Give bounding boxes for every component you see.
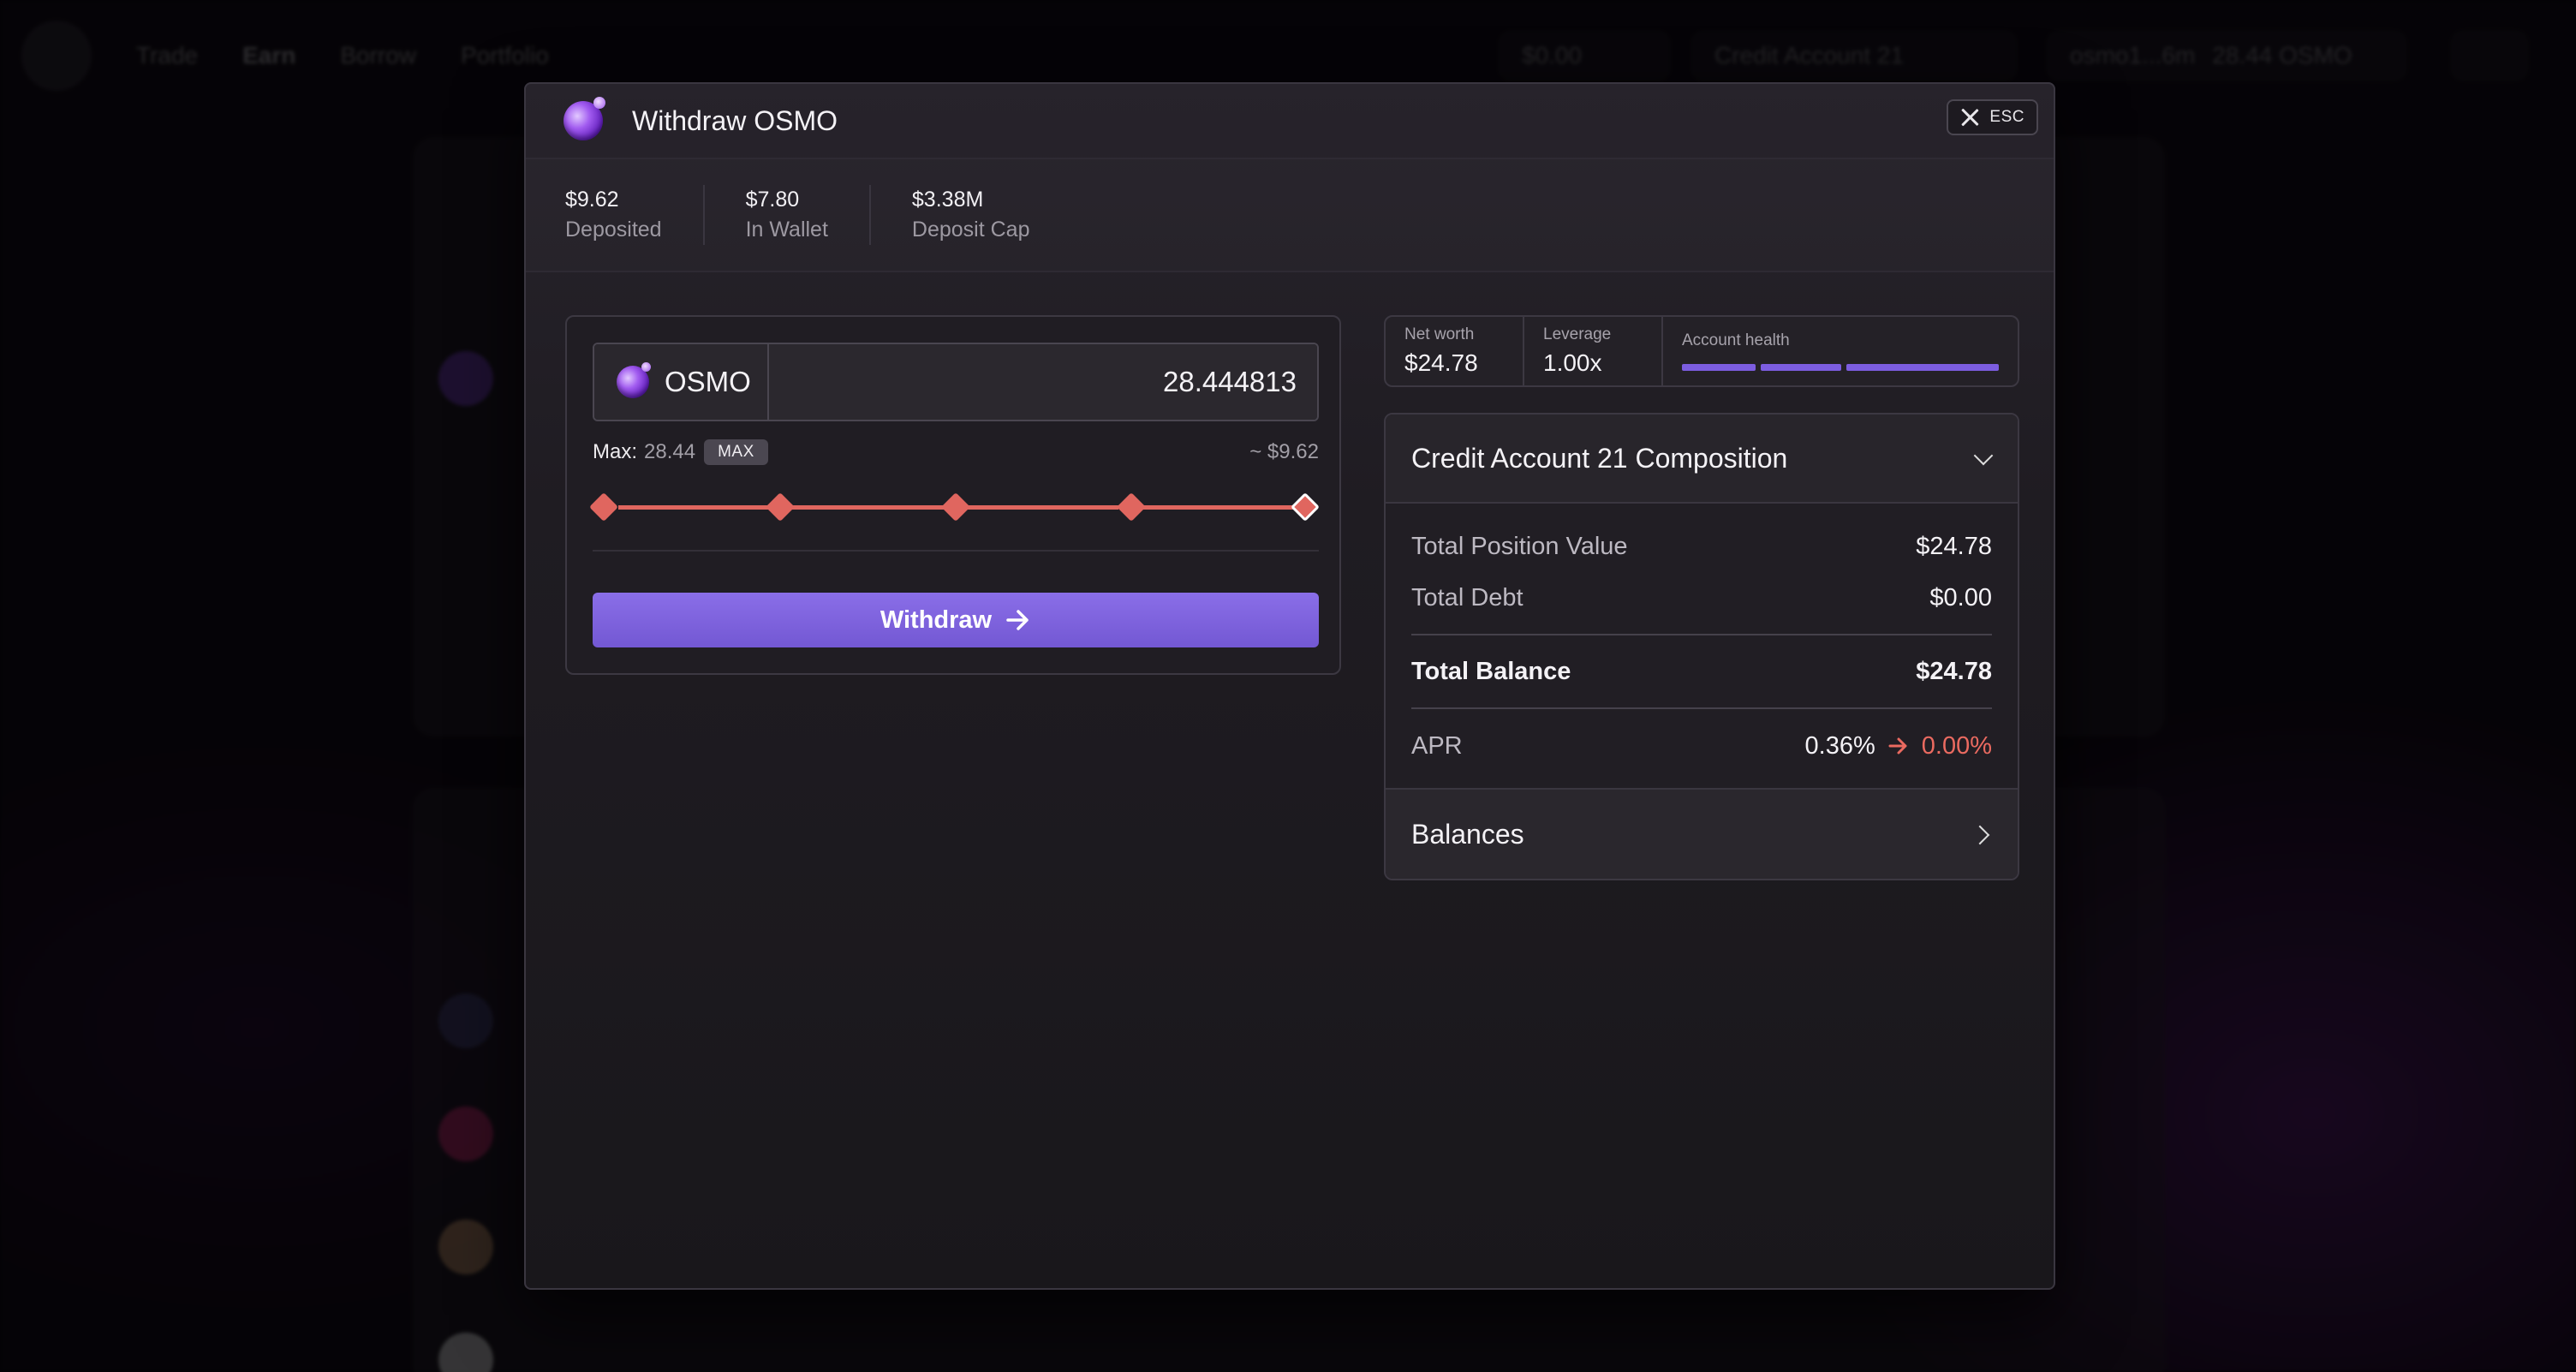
account-health-cell: Account health (1661, 317, 2018, 385)
token-amount-input-group: OSMO 28.444813 (593, 343, 1319, 421)
withdraw-label: Withdraw (880, 605, 993, 634)
osmo-token-icon (564, 97, 605, 140)
row-label: Total Position Value (1411, 532, 1628, 560)
row-value: $24.78 (1916, 532, 1992, 560)
stat-value: $9.62 (565, 188, 619, 212)
apr-next: 0.00% (1921, 731, 1992, 760)
slider-handle[interactable] (1291, 492, 1320, 522)
stat-value: $3.38M (911, 188, 984, 212)
esc-label: ESC (1989, 108, 2024, 126)
apr-values: 0.36% 0.00% (1805, 732, 1992, 761)
amount-slider[interactable] (589, 488, 1320, 526)
health-segment (1682, 364, 1756, 371)
max-button[interactable]: MAX (704, 439, 768, 465)
leverage-label: Leverage (1543, 325, 1612, 343)
account-composition: Credit Account 21 Composition Total Posi… (1384, 413, 2019, 880)
amount-input[interactable]: 28.444813 (769, 344, 1317, 420)
balances-title: Balances (1411, 818, 1524, 850)
row-value: $24.78 (1916, 657, 1992, 685)
composition-header[interactable]: Credit Account 21 Composition (1386, 415, 2018, 504)
account-summary: Net worth $24.78 Leverage 1.00x Account … (1384, 315, 2019, 387)
composition-title: Credit Account 21 Composition (1411, 442, 1788, 474)
total-balance-row: Total Balance $24.78 (1411, 635, 1992, 707)
slider-step-0[interactable] (589, 492, 618, 522)
arrow-right-icon (1888, 737, 1907, 755)
stat-in-wallet: $7.80 In Wallet (702, 185, 869, 245)
modal-header: Withdraw OSMO ESC (526, 84, 2054, 159)
stat-value: $7.80 (745, 188, 800, 212)
composition-body: Total Position Value $24.78 Total Debt $… (1386, 521, 2018, 783)
chevron-right-icon (1973, 825, 1992, 844)
leverage-cell: Leverage 1.00x (1523, 317, 1661, 385)
stat-label: Deposited (565, 218, 662, 242)
form-divider (593, 550, 1319, 552)
usd-approx-value: ~ $9.62 (1249, 440, 1319, 463)
net-worth-value: $24.78 (1404, 349, 1478, 376)
health-segment (1761, 364, 1841, 371)
withdraw-button[interactable]: Withdraw (593, 593, 1319, 647)
slider-step-25[interactable] (766, 492, 795, 522)
arrow-right-icon (1006, 610, 1029, 630)
withdraw-modal: Withdraw OSMO ESC $9.62 Deposited $7.80 … (524, 82, 2055, 1290)
withdraw-form: OSMO 28.444813 Max: 28.44 MAX ~ $9.62 Wi… (565, 315, 1341, 675)
row-label: Total Debt (1411, 583, 1524, 611)
net-worth-label: Net worth (1404, 325, 1475, 343)
total-position-row: Total Position Value $24.78 (1411, 521, 1992, 572)
stat-deposited: $9.62 Deposited (565, 185, 703, 245)
row-value: $0.00 (1929, 583, 1992, 611)
stat-deposit-cap: $3.38M Deposit Cap (868, 185, 1071, 245)
net-worth-cell: Net worth $24.78 (1386, 317, 1523, 385)
osmo-token-icon (617, 362, 651, 398)
modal-title: Withdraw OSMO (632, 104, 838, 136)
apr-label: APR (1411, 731, 1463, 760)
account-health-bar (1682, 364, 1999, 371)
close-icon (1960, 108, 1979, 127)
chevron-down-icon (1973, 449, 1992, 468)
health-segment (1846, 364, 1999, 371)
max-value: 28.44 (644, 440, 696, 463)
stat-label: In Wallet (745, 218, 828, 242)
balances-section[interactable]: Balances (1386, 788, 2018, 879)
account-health-label: Account health (1682, 331, 1790, 349)
stat-label: Deposit Cap (911, 218, 1030, 242)
max-label: Max: (593, 440, 638, 463)
leverage-value: 1.00x (1543, 349, 1602, 376)
apr-current: 0.36% (1804, 731, 1875, 760)
token-symbol: OSMO (665, 366, 751, 397)
apr-row: APR 0.36% 0.00% (1411, 709, 1992, 783)
total-debt-row: Total Debt $0.00 (1411, 572, 1992, 623)
asset-stats: $9.62 Deposited $7.80 In Wallet $3.38M D… (526, 159, 2054, 272)
row-label: Total Balance (1411, 657, 1571, 685)
slider-step-75[interactable] (1117, 492, 1146, 522)
token-selector[interactable]: OSMO (594, 344, 769, 420)
close-button[interactable]: ESC (1947, 99, 2038, 135)
slider-step-50[interactable] (941, 492, 970, 522)
max-row: Max: 28.44 MAX ~ $9.62 (593, 437, 1319, 468)
